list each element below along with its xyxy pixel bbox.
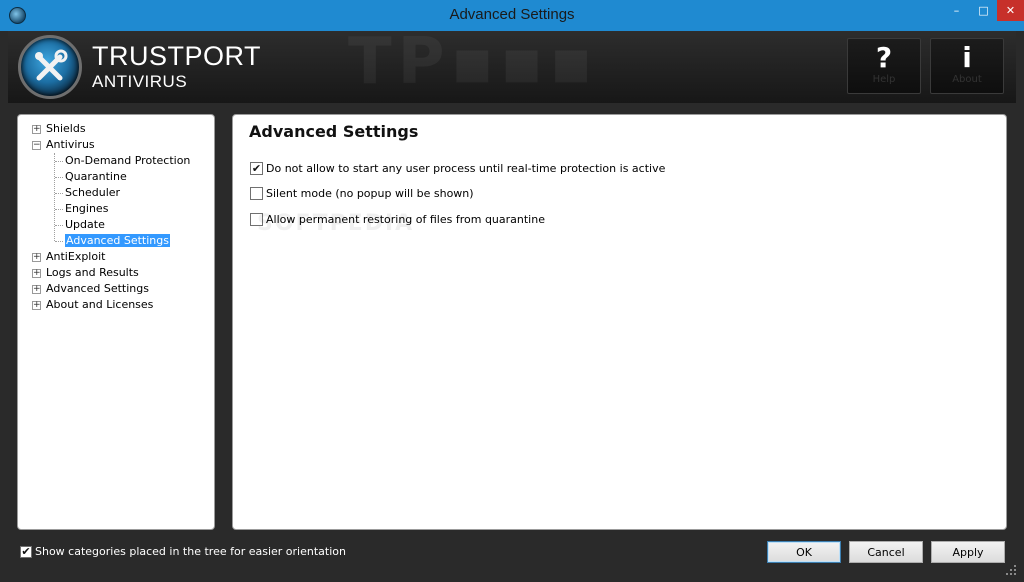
question-icon: ?: [875, 41, 893, 74]
tree-connector: [55, 209, 63, 210]
tools-logo-icon: [18, 35, 82, 99]
tree-item-about-and-licenses[interactable]: + About and Licenses: [32, 297, 153, 313]
tree-connector: [55, 177, 63, 178]
content-title: Advanced Settings: [249, 122, 419, 141]
expand-icon[interactable]: +: [32, 253, 41, 262]
header-banner: TP▪▪▪ TRUSTPORT ANTIVIRUS ? Help i About: [8, 31, 1016, 103]
collapse-icon[interactable]: −: [32, 141, 41, 150]
checkbox-silent-mode[interactable]: [250, 186, 263, 200]
info-icon: i: [962, 41, 972, 74]
cancel-button[interactable]: Cancel: [849, 541, 923, 563]
minimize-button[interactable]: –: [943, 0, 970, 21]
expand-icon[interactable]: +: [32, 269, 41, 278]
option-label: Silent mode (no popup will be shown): [266, 186, 474, 200]
help-button[interactable]: ? Help: [847, 38, 921, 94]
tree-item-antiexploit[interactable]: + AntiExploit: [32, 249, 105, 265]
tree-connector: [55, 193, 63, 194]
expand-icon[interactable]: +: [32, 125, 41, 134]
tree-item-quarantine[interactable]: Quarantine: [65, 169, 127, 185]
checkbox-show-categories[interactable]: ✔: [20, 545, 32, 558]
tree-item-scheduler[interactable]: Scheduler: [65, 185, 120, 201]
apply-button[interactable]: Apply: [931, 541, 1005, 563]
tree-connector: [55, 225, 63, 226]
about-label: About: [952, 74, 982, 85]
tree-connector: [55, 161, 63, 162]
tree-item-engines[interactable]: Engines: [65, 201, 108, 217]
ok-button[interactable]: OK: [767, 541, 841, 563]
tree-connector: [54, 153, 55, 241]
help-label: Help: [872, 74, 896, 85]
checkbox-block-until-realtime[interactable]: ✔: [250, 161, 263, 175]
tree-item-antivirus[interactable]: − Antivirus: [32, 137, 95, 153]
option-block-until-realtime[interactable]: ✔ Do not allow to start any user process…: [250, 160, 665, 176]
tree-item-advanced-settings[interactable]: + Advanced Settings: [32, 281, 149, 297]
close-button[interactable]: ✕: [997, 0, 1024, 21]
watermark: SOFTPEDIA: [257, 211, 415, 236]
tree-item-update[interactable]: Update: [65, 217, 105, 233]
expand-icon[interactable]: +: [32, 285, 41, 294]
option-silent-mode[interactable]: Silent mode (no popup will be shown): [250, 185, 474, 201]
tree-item-advanced-settings-selected[interactable]: Advanced Settings: [65, 233, 170, 249]
window-title: Advanced Settings: [449, 6, 575, 23]
maximize-button[interactable]: □: [970, 0, 997, 21]
title-bar[interactable]: Advanced Settings – □ ✕: [0, 0, 1024, 31]
category-tree[interactable]: + Shields − Antivirus On-Demand Protecti…: [17, 114, 215, 530]
tree-item-logs-and-results[interactable]: + Logs and Results: [32, 265, 139, 281]
resize-grip-icon[interactable]: [1004, 563, 1018, 577]
tree-item-shields[interactable]: + Shields: [32, 121, 86, 137]
show-categories-option[interactable]: ✔ Show categories placed in the tree for…: [20, 545, 346, 558]
brand-name: TRUSTPORT: [92, 41, 262, 71]
show-categories-label: Show categories placed in the tree for e…: [35, 545, 346, 558]
header-background-pattern: TP▪▪▪: [348, 31, 599, 99]
brand-subtitle: ANTIVIRUS: [92, 72, 188, 91]
settings-content-panel: Advanced Settings ✔ Do not allow to star…: [232, 114, 1007, 530]
tree-item-on-demand-protection[interactable]: On-Demand Protection: [65, 153, 190, 169]
expand-icon[interactable]: +: [32, 301, 41, 310]
about-button[interactable]: i About: [930, 38, 1004, 94]
option-label: Do not allow to start any user process u…: [266, 161, 666, 175]
tree-connector: [55, 241, 63, 242]
